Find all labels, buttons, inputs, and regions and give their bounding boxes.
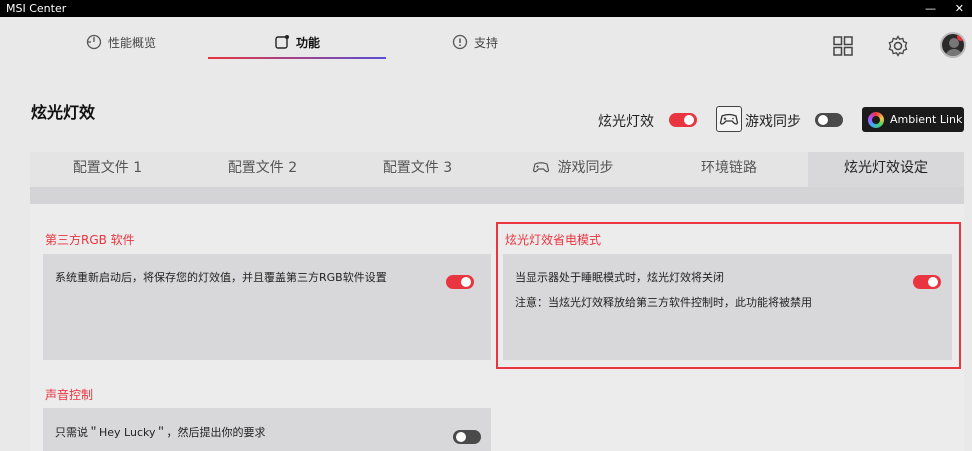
grid-icon[interactable] bbox=[832, 35, 854, 57]
voice-control-toggle[interactable] bbox=[453, 430, 481, 444]
ambient-link-button[interactable]: Ambient Link bbox=[862, 107, 964, 132]
power-saving-toggle[interactable] bbox=[913, 275, 941, 289]
app-title: MSI Center bbox=[6, 2, 67, 15]
close-button[interactable]: ✕ bbox=[955, 0, 964, 17]
ambient-link-label: Ambient Link bbox=[890, 113, 963, 126]
gamepad-icon bbox=[532, 162, 549, 173]
ambient-link-icon bbox=[868, 111, 884, 128]
tab-support-label: 支持 bbox=[474, 35, 499, 50]
page-title: 炫光灯效 bbox=[31, 103, 96, 122]
feature-icon bbox=[275, 35, 289, 49]
profile-tabs: 配置文件 1 配置文件 2 配置文件 3 游戏同步 环境链路 炫光灯效设定 bbox=[30, 152, 964, 187]
top-nav: 性能概览 功能 支持 bbox=[0, 17, 972, 75]
power-saving-note: 注意：当炫光灯效释放给第三方软件控制时，此功能将被禁用 bbox=[515, 296, 812, 309]
tab-profile-1[interactable]: 配置文件 1 bbox=[30, 152, 185, 187]
tab-performance[interactable]: 性能概览 bbox=[86, 31, 156, 53]
game-sync-toggle[interactable] bbox=[815, 113, 843, 127]
tab-performance-label: 性能概览 bbox=[108, 35, 157, 50]
gamepad-icon bbox=[716, 106, 742, 132]
tab-game-sync-label: 游戏同步 bbox=[557, 160, 614, 176]
mystic-light-toggle[interactable] bbox=[669, 113, 697, 127]
mystic-light-label: 炫光灯效 bbox=[598, 114, 654, 130]
tab-profile-2[interactable]: 配置文件 2 bbox=[185, 152, 340, 187]
support-icon bbox=[452, 34, 468, 50]
voice-control-title: 声音控制 bbox=[45, 388, 94, 402]
tab-mystic-settings[interactable]: 炫光灯效设定 bbox=[808, 152, 964, 187]
tab-ambient-link[interactable]: 环境链路 bbox=[650, 152, 808, 187]
voice-control-text: 只需说＂Hey Lucky＂，然后提出你的要求 bbox=[55, 426, 266, 439]
tab-game-sync[interactable]: 游戏同步 bbox=[495, 152, 650, 187]
panel-header-strip bbox=[30, 187, 964, 204]
tab-support[interactable]: 支持 bbox=[452, 31, 498, 53]
tab-features[interactable]: 功能 bbox=[274, 31, 320, 53]
minimize-button[interactable]: — bbox=[925, 0, 936, 17]
tab-features-label: 功能 bbox=[296, 35, 321, 50]
rgb-software-toggle[interactable] bbox=[446, 275, 474, 289]
power-saving-title: 炫光灯效省电模式 bbox=[505, 233, 602, 247]
user-avatar[interactable] bbox=[940, 32, 966, 58]
gear-icon[interactable] bbox=[887, 35, 909, 57]
rgb-software-text: 系统重新启动后，将保存您的灯效值，并且覆盖第三方RGB软件设置 bbox=[55, 271, 387, 284]
gauge-icon bbox=[86, 34, 102, 50]
active-tab-indicator bbox=[208, 57, 386, 59]
tab-profile-3[interactable]: 配置文件 3 bbox=[340, 152, 495, 187]
notification-dot bbox=[957, 34, 964, 41]
power-saving-text: 当显示器处于睡眠模式时，炫光灯效将关闭 bbox=[515, 271, 724, 284]
rgb-software-title: 第三方RGB 软件 bbox=[45, 233, 135, 247]
title-bar: MSI Center — ✕ bbox=[0, 0, 972, 17]
game-sync-label: 游戏同步 bbox=[745, 114, 801, 130]
avatar-body bbox=[945, 49, 963, 56]
